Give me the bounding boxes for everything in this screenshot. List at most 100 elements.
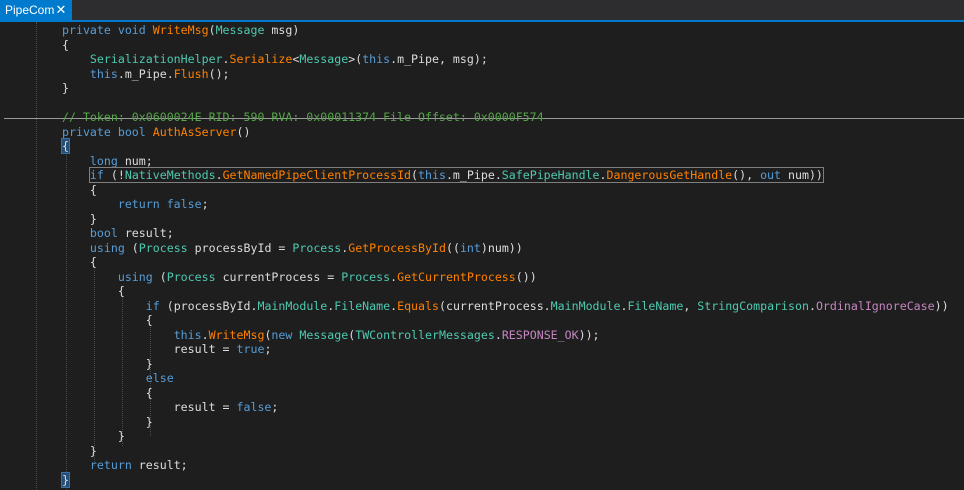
code-line: result = true; [62, 342, 949, 357]
code-line: this.WriteMsg(new Message(TWControllerMe… [62, 328, 949, 343]
code-token: )num)) [480, 240, 523, 255]
code-line: using (Process currentProcess = Process.… [62, 270, 949, 285]
code-token: } [61, 471, 70, 488]
code-line: } [62, 212, 949, 227]
code-token: this [418, 168, 446, 182]
code-line: private void WriteMsg(Message msg) [62, 23, 949, 38]
code-token: false [236, 400, 272, 414]
code-token: Flush [173, 66, 209, 81]
code-token: ; [201, 197, 209, 211]
code-line: SerializationHelper.Serialize<Message>(t… [62, 52, 949, 67]
code-token: Message [215, 23, 265, 37]
code-token: ; [264, 342, 272, 356]
code-line: { [62, 255, 949, 270]
code-line: return result; [62, 458, 949, 473]
code-token: if [145, 298, 160, 313]
code-token: { [62, 255, 97, 269]
code-token: } [62, 211, 97, 226]
code-line: { [62, 313, 949, 328]
code-token: GetCurrentProcess [397, 269, 516, 284]
code-token: bool [89, 226, 118, 240]
tab-pipecom[interactable]: PipeCom ✕ [0, 0, 72, 20]
code-token: TWControllerMessages [355, 327, 495, 342]
code-token: return [89, 458, 132, 472]
code-token: num)) [781, 168, 823, 182]
code-token: NativeMethods [124, 168, 216, 182]
code-token: result; [131, 458, 188, 472]
code-token: { [62, 37, 69, 52]
code-line: } [62, 81, 949, 96]
code-line: } [61, 471, 949, 488]
code-token: } [62, 81, 69, 95]
code-token: currentProcess = [215, 269, 342, 284]
code-token: using [117, 269, 153, 284]
code-token: { [62, 385, 153, 400]
code-token: .m_Pipe, msg); [390, 52, 488, 66]
code-line: { [62, 284, 949, 299]
code-line: private bool AuthAsServer() [62, 125, 949, 140]
code-token: { [61, 138, 70, 154]
code-line: return false; [62, 197, 949, 212]
document-tab-bar: PipeCom ✕ [0, 0, 964, 22]
code-token: . [808, 298, 816, 313]
code-token: Message [299, 52, 349, 66]
code-token: { [62, 182, 97, 197]
code-token: (), [732, 168, 761, 182]
code-token: StringComparison [697, 298, 809, 313]
highlighted-statement: if (!NativeMethods.GetNamedPipeClientPro… [88, 167, 824, 183]
code-token: . [494, 327, 502, 342]
code-token: MainModule [550, 298, 621, 313]
code-line: { [62, 386, 949, 401]
code-token: DangerousGetHandle [606, 168, 733, 182]
code-token: this [362, 52, 391, 66]
code-token: FileName [627, 298, 684, 313]
code-line: if (!NativeMethods.GetNamedPipeClientPro… [62, 167, 949, 183]
code-token: ( [411, 168, 419, 182]
code-token: )); [578, 327, 600, 342]
code-token: . [201, 327, 209, 342]
code-token: Equals [397, 298, 439, 313]
close-icon[interactable]: ✕ [54, 0, 68, 20]
code-line: } [62, 357, 949, 372]
code-token: ; [271, 400, 279, 414]
code-token: } [62, 356, 153, 371]
code-view: private void WriteMsg(Message msg){ Seri… [61, 23, 949, 488]
code-token: (( [445, 240, 460, 255]
code-token: private void [62, 23, 153, 37]
code-line: } [62, 444, 949, 459]
code-token: . [215, 168, 223, 182]
code-token: msg) [264, 23, 300, 37]
code-token: using [89, 240, 125, 255]
code-token: ( [208, 23, 216, 37]
code-line: result = false; [62, 400, 949, 415]
code-token: result = [62, 342, 237, 356]
code-token: Process [292, 240, 342, 255]
code-token: .m_Pipe. [117, 66, 174, 81]
code-token: .m_Pipe. [445, 168, 502, 182]
code-token: { [62, 313, 153, 327]
code-token: ( [152, 269, 167, 284]
code-line: { [61, 138, 949, 154]
code-token: ( [124, 240, 139, 255]
code-token: GetNamedPipeClientProcessId [222, 168, 412, 182]
code-token: processById = [187, 240, 293, 255]
code-token: out [760, 168, 782, 182]
code-token: GetProcessById [348, 240, 446, 255]
code-token: result; [117, 226, 174, 240]
code-token: Process [166, 269, 216, 284]
code-editor[interactable]: private void WriteMsg(Message msg){ Seri… [0, 22, 964, 490]
code-token: WriteMsg [152, 23, 209, 37]
code-token: WriteMsg [208, 327, 265, 342]
code-token: . [599, 168, 607, 182]
code-token: long [89, 153, 118, 168]
code-token: return false [117, 197, 202, 211]
